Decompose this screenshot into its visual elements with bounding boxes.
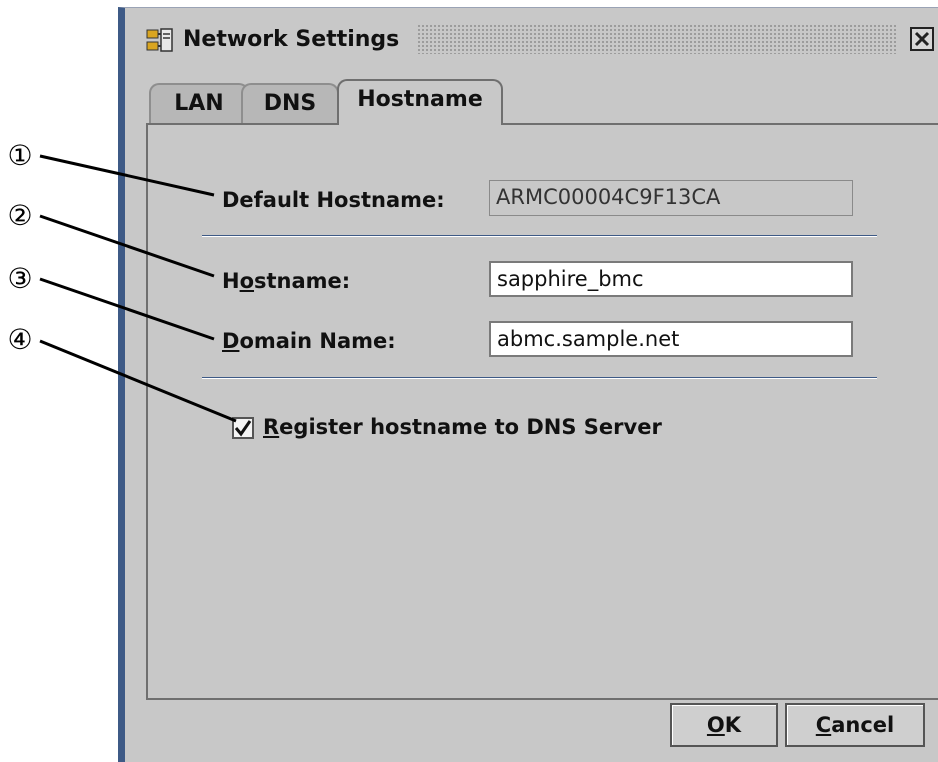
- callout-4: ④: [7, 323, 33, 356]
- domain-name-label: Domain Name:: [222, 329, 396, 353]
- callout-1: ①: [7, 139, 33, 172]
- register-dns-label[interactable]: Register hostname to DNS Server: [263, 414, 662, 440]
- title-bar-texture: [417, 24, 897, 54]
- window-title: Network Settings: [183, 27, 400, 52]
- tab-dns[interactable]: DNS: [241, 83, 339, 125]
- callout-2: ②: [7, 199, 33, 232]
- tab-hostname[interactable]: Hostname: [337, 79, 503, 125]
- divider-top: [202, 235, 877, 237]
- register-dns-checkbox[interactable]: [232, 417, 254, 439]
- hostname-input[interactable]: [489, 261, 853, 297]
- close-button[interactable]: [910, 27, 934, 51]
- default-hostname-label: Default Hostname:: [222, 188, 445, 212]
- hostname-label: Hostname:: [222, 269, 351, 293]
- checkmark-icon: [234, 420, 252, 437]
- hostname-panel: Default Hostname: ARMC00004C9F13CA Hostn…: [146, 123, 938, 700]
- default-hostname-field: ARMC00004C9F13CA: [489, 180, 853, 216]
- callout-3: ③: [7, 262, 33, 295]
- network-computer-icon: [146, 28, 173, 52]
- ok-button[interactable]: OK: [670, 703, 778, 747]
- tab-lan[interactable]: LAN: [149, 83, 249, 125]
- network-settings-dialog: Network Settings LAN DNS Hostname Defaul…: [118, 7, 938, 762]
- title-bar[interactable]: Network Settings: [132, 20, 937, 60]
- cancel-button[interactable]: Cancel: [785, 703, 925, 747]
- divider-bottom: [202, 377, 877, 379]
- domain-name-input[interactable]: [489, 321, 853, 357]
- close-icon: [914, 31, 930, 47]
